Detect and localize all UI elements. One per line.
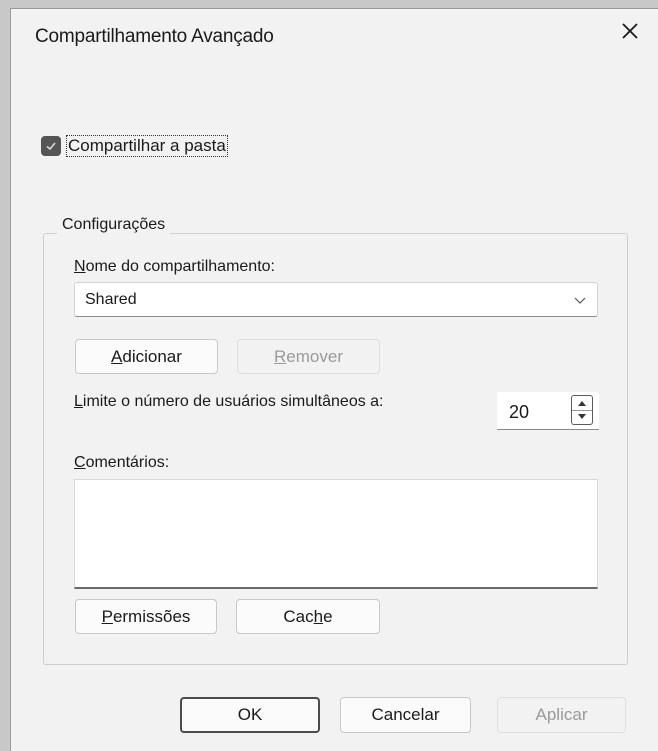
user-limit-mnemonic: L	[74, 393, 83, 410]
add-button-mnemonic: A	[111, 346, 123, 366]
checkmark-icon	[46, 142, 56, 151]
remove-button-label: emover	[286, 346, 343, 366]
cancel-button[interactable]: Cancelar	[340, 697, 471, 733]
settings-legend: Configurações	[57, 216, 171, 234]
permissions-button-label: ermissões	[112, 606, 191, 626]
add-button-label: dicionar	[122, 346, 182, 366]
remove-button[interactable]: Remover	[237, 339, 380, 374]
triangle-down-icon	[578, 414, 586, 420]
share-folder-label[interactable]: Compartilhar a pasta	[66, 135, 228, 157]
share-name-value: Shared	[85, 291, 137, 308]
apply-button[interactable]: Aplicar	[497, 697, 626, 733]
user-limit-value: 20	[509, 402, 530, 422]
user-limit-label-text: imite o número de usuários simultâneos a…	[82, 393, 384, 410]
cache-button-mnemonic: h	[313, 606, 324, 626]
close-icon	[622, 23, 638, 39]
dialog-title: Compartilhamento Avançado	[35, 26, 274, 47]
cache-button[interactable]: Cac h e	[236, 599, 380, 634]
triangle-up-icon	[578, 400, 586, 406]
permissions-button-mnemonic: P	[101, 606, 113, 626]
share-name-mnemonic: N	[74, 258, 86, 275]
comments-mnemonic: C	[74, 454, 86, 471]
permissions-button[interactable]: Permissões	[75, 599, 217, 634]
share-name-label: Nome do compartilhamento:	[74, 258, 275, 276]
share-name-select[interactable]: Shared	[74, 282, 598, 317]
remove-button-mnemonic: R	[274, 346, 287, 366]
advanced-sharing-dialog: Compartilhamento Avançado Compartilhar a…	[10, 8, 658, 751]
user-limit-input[interactable]: 20	[497, 392, 599, 430]
user-limit-spinner	[571, 395, 593, 425]
share-folder-checkbox[interactable]	[41, 136, 61, 156]
comments-label-text: omentários:	[85, 454, 170, 471]
comments-textarea[interactable]	[74, 479, 598, 589]
share-name-label-text: ome do compartilhamento:	[85, 258, 275, 275]
user-limit-label: Limite o número de usuários simultâneos …	[74, 393, 384, 411]
chevron-down-icon	[574, 297, 586, 304]
comments-label: Comentários:	[74, 454, 169, 472]
ok-button[interactable]: OK	[180, 697, 320, 733]
share-folder-row[interactable]: Compartilhar a pasta	[41, 135, 228, 157]
cache-button-label-pre: Cac	[283, 606, 314, 626]
cache-button-label-post: e	[323, 606, 333, 626]
add-button[interactable]: Adicionar	[75, 339, 218, 374]
close-button[interactable]	[610, 13, 650, 49]
spin-up-button[interactable]	[572, 396, 592, 411]
spin-down-button[interactable]	[572, 411, 592, 425]
